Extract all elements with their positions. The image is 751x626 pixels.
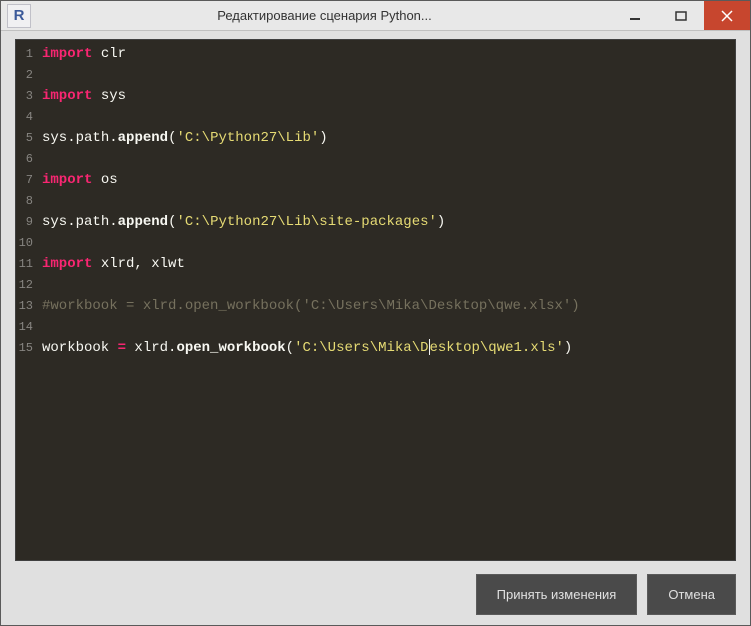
code-line[interactable] [42,107,735,128]
titlebar[interactable]: R Редактирование сценария Python... [1,1,750,31]
line-number: 13 [16,296,33,317]
code-token: sys [42,130,67,146]
python-editor-window: R Редактирование сценария Python... 1234… [0,0,751,626]
code-line[interactable]: import xlrd, xlwt [42,254,735,275]
code-token [92,256,100,272]
code-token: = [118,340,126,356]
line-number: 11 [16,254,33,275]
close-icon [721,10,733,22]
code-token: 'C:\Python27\Lib\site-packages' [176,214,436,230]
code-line[interactable]: #workbook = xlrd.open_workbook('C:\Users… [42,296,735,317]
code-token [92,46,100,62]
code-token: ( [286,340,294,356]
code-token: 'C:\Python27\Lib' [176,130,319,146]
line-number: 8 [16,191,33,212]
code-line[interactable] [42,275,735,296]
code-token: . [109,130,117,146]
code-line[interactable]: import os [42,170,735,191]
code-token: path [76,130,110,146]
code-line[interactable] [42,149,735,170]
code-token: open_workbook [176,340,285,356]
line-number: 4 [16,107,33,128]
line-number: 12 [16,275,33,296]
code-token: import [42,172,92,188]
accept-button[interactable]: Принять изменения [476,574,638,615]
code-line[interactable] [42,317,735,338]
minimize-icon [629,10,641,22]
code-token: xlrd, xlwt [101,256,185,272]
close-button[interactable] [704,1,750,30]
dialog-buttons: Принять изменения Отмена [476,574,736,615]
code-token: os [101,172,118,188]
minimize-button[interactable] [612,1,658,30]
code-line[interactable]: sys.path.append('C:\Python27\Lib\site-pa… [42,212,735,233]
line-number: 9 [16,212,33,233]
code-token: import [42,88,92,104]
maximize-button[interactable] [658,1,704,30]
code-editor[interactable]: 123456789101112131415 import clrimport s… [15,39,736,561]
line-number: 15 [16,338,33,359]
code-token: append [118,130,168,146]
code-token: workbook [42,340,118,356]
code-token: esktop\qwe1.xls' [430,340,564,356]
line-number: 6 [16,149,33,170]
code-line[interactable] [42,65,735,86]
code-token: . [67,214,75,230]
code-line[interactable]: workbook = xlrd.open_workbook('C:\Users\… [42,338,735,359]
line-number: 14 [16,317,33,338]
code-line[interactable]: sys.path.append('C:\Python27\Lib') [42,128,735,149]
code-token: sys [42,214,67,230]
code-token: sys [101,88,126,104]
code-token: import [42,46,92,62]
line-number: 5 [16,128,33,149]
code-token: . [109,214,117,230]
code-token: import [42,256,92,272]
code-token: path [76,214,110,230]
line-number: 3 [16,86,33,107]
code-token: clr [101,46,126,62]
code-token: . [67,130,75,146]
code-line[interactable]: import sys [42,86,735,107]
code-token [92,172,100,188]
line-number: 10 [16,233,33,254]
window-title: Редактирование сценария Python... [37,8,612,23]
line-number: 2 [16,65,33,86]
code-token: xlrd [126,340,168,356]
line-number-gutter: 123456789101112131415 [16,40,36,560]
window-controls [612,1,750,30]
code-line[interactable] [42,233,735,254]
code-line[interactable]: import clr [42,44,735,65]
app-icon: R [7,4,31,28]
code-token: ) [319,130,327,146]
code-line[interactable] [42,191,735,212]
code-token: #workbook = xlrd.open_workbook('C:\Users… [42,298,580,314]
code-token: 'C:\Users\Mika\D [294,340,428,356]
line-number: 1 [16,44,33,65]
code-token: ) [564,340,572,356]
code-token: ) [437,214,445,230]
maximize-icon [675,10,687,22]
code-token: append [118,214,168,230]
code-token [92,88,100,104]
line-number: 7 [16,170,33,191]
code-area[interactable]: import clrimport syssys.path.append('C:\… [36,40,735,560]
cancel-button[interactable]: Отмена [647,574,736,615]
